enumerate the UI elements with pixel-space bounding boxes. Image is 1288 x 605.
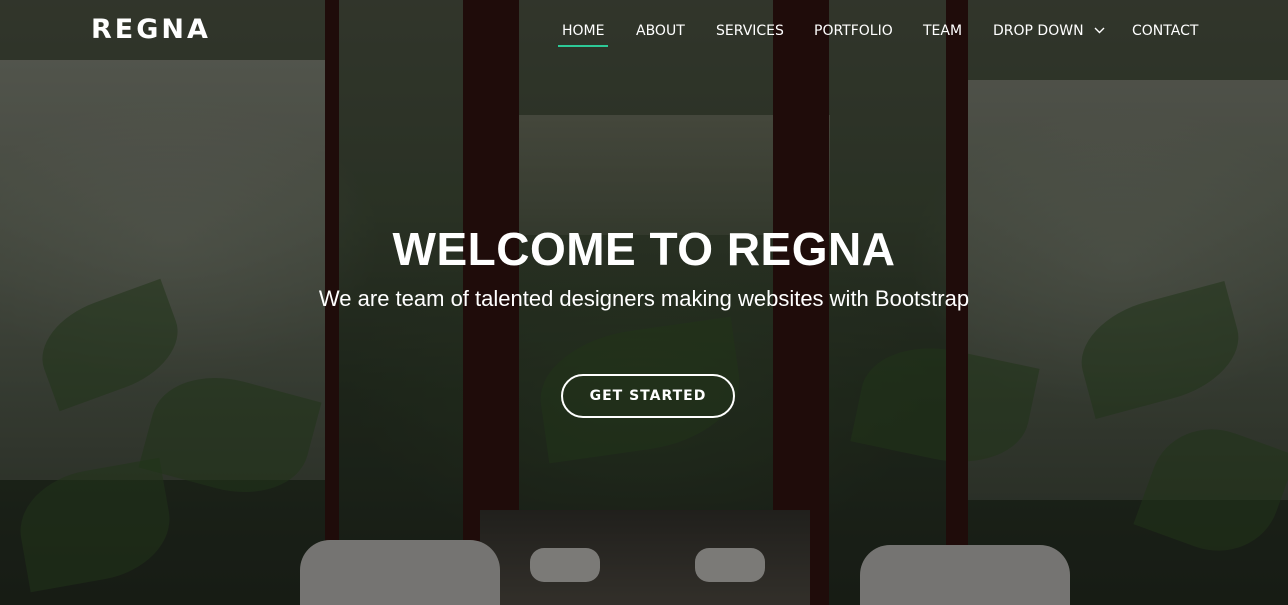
nav-home[interactable]: HOME — [557, 22, 610, 47]
nav-about[interactable]: ABOUT — [636, 22, 685, 40]
nav-team[interactable]: TEAM — [923, 22, 962, 40]
site-header: REGNA HOME ABOUT SERVICES PORTFOLIO TEAM… — [0, 0, 1288, 62]
nav-contact[interactable]: CONTACT — [1132, 22, 1198, 40]
nav-dropdown-label: DROP DOWN — [993, 23, 1084, 39]
main-nav: HOME ABOUT SERVICES PORTFOLIO TEAM DROP … — [0, 22, 1288, 52]
get-started-button[interactable]: GET STARTED — [561, 374, 735, 418]
hero-subtitle: We are team of talented designers making… — [318, 286, 970, 311]
hero-title: WELCOME TO REGNA — [392, 223, 896, 275]
hero-section: REGNA HOME ABOUT SERVICES PORTFOLIO TEAM… — [0, 0, 1288, 605]
chevron-down-icon — [1094, 27, 1105, 33]
nav-services[interactable]: SERVICES — [716, 22, 784, 40]
nav-portfolio[interactable]: PORTFOLIO — [814, 22, 893, 40]
hero-content: WELCOME TO REGNA We are team of talented… — [0, 0, 1288, 605]
nav-dropdown[interactable]: DROP DOWN — [993, 22, 1105, 40]
